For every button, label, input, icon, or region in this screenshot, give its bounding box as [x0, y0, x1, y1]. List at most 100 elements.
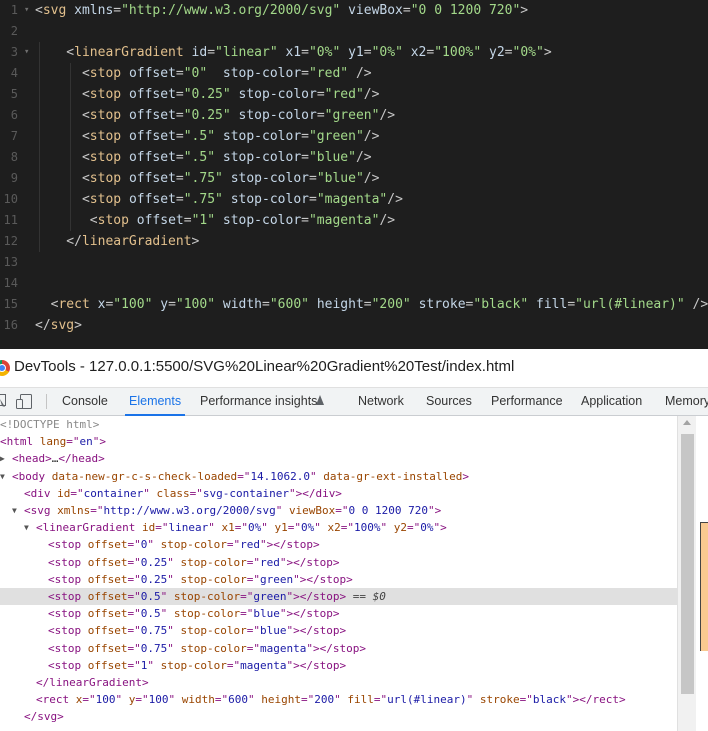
- line-number: 9: [10, 171, 18, 185]
- dom-node-text: </linearGradient>: [36, 676, 149, 689]
- fold-arrow-icon[interactable]: ▾: [24, 42, 29, 63]
- code-editor[interactable]: 1 ▾ <svg xmlns="http://www.w3.org/2000/svg…: [0, 0, 708, 349]
- box-model-preview: [700, 522, 708, 651]
- tab-memory[interactable]: Memory: [665, 388, 708, 415]
- editor-line[interactable]: 11 <stop offset="1" stop-color="magenta"…: [0, 210, 708, 231]
- device-toolbar-icon[interactable]: [16, 394, 32, 409]
- line-number: 14: [3, 276, 18, 290]
- editor-line[interactable]: 5 <stop offset="0.25" stop-color="red"/>: [0, 84, 708, 105]
- tab-elements[interactable]: Elements: [124, 388, 186, 416]
- line-number: 4: [10, 66, 18, 80]
- elements-panel[interactable]: <!DOCTYPE html> <html lang="en"> ▶ <head>…<…: [0, 416, 677, 731]
- dom-node-text: <stop offset="0.75" stop-color="magenta"…: [48, 641, 366, 655]
- line-number: 6: [10, 108, 18, 122]
- editor-line[interactable]: 12 </linearGradient>: [0, 231, 708, 252]
- tab-application[interactable]: Application: [581, 388, 642, 415]
- tab-network[interactable]: Network: [358, 388, 404, 415]
- dom-node-text: <stop offset="0" stop-color="red"></stop…: [48, 538, 320, 552]
- editor-line[interactable]: 10 <stop offset=".75" stop-color="magent…: [0, 189, 708, 210]
- tab-sources[interactable]: Sources: [426, 388, 472, 415]
- code-text: </linearGradient>: [35, 234, 200, 249]
- line-number: 16: [3, 318, 18, 332]
- line-number: 11: [3, 213, 18, 227]
- dom-node-text: <linearGradient id="linear" x1="0%" y1="…: [36, 521, 447, 535]
- line-number: 7: [10, 129, 18, 143]
- expand-triangle-icon[interactable]: ▼: [12, 502, 17, 519]
- editor-line[interactable]: 16 </svg>: [0, 315, 708, 336]
- tab-performance-insights[interactable]: Performance insights: [200, 388, 317, 415]
- editor-line[interactable]: 6 <stop offset="0.25" stop-color="green"…: [0, 105, 708, 126]
- chrome-icon: [0, 360, 10, 376]
- code-text: <stop offset=".75" stop-color="blue"/>: [35, 171, 380, 186]
- dom-node[interactable]: <stop offset="0.5" stop-color="blue"></s…: [0, 605, 677, 622]
- line-number: 12: [3, 234, 18, 248]
- dom-node[interactable]: <div id="container" class="svg-container…: [0, 485, 677, 502]
- editor-line[interactable]: 2: [0, 21, 708, 42]
- line-number: 8: [10, 150, 18, 164]
- dom-node-text: <svg xmlns="http://www.w3.org/2000/svg" …: [24, 504, 442, 517]
- dom-node-text: <head>…</head>: [12, 452, 105, 466]
- editor-line[interactable]: 13: [0, 252, 708, 273]
- line-number: 15: [3, 297, 18, 311]
- fold-arrow-icon[interactable]: ▾: [24, 0, 29, 21]
- expand-triangle-icon[interactable]: ▼: [0, 468, 5, 485]
- code-text: <stop offset=".5" stop-color="blue"/>: [35, 150, 372, 165]
- dom-node[interactable]: ▼ <body data-new-gr-c-s-check-loaded="14.…: [0, 468, 677, 485]
- dom-node-text: <stop offset="0.25" stop-color="red"></s…: [48, 555, 340, 569]
- editor-line[interactable]: 1 ▾ <svg xmlns="http://www.w3.org/2000/svg…: [0, 0, 708, 21]
- dom-node-text: <div id="container" class="svg-container…: [24, 486, 342, 500]
- dom-node-text: <stop offset="1" stop-color="magenta"></…: [48, 658, 347, 672]
- expand-triangle-icon[interactable]: ▼: [24, 519, 29, 536]
- dom-node-text: <body data-new-gr-c-s-check-loaded="14.1…: [12, 469, 469, 483]
- dom-node-text: <stop offset="0.25" stop-color="green"><…: [48, 572, 353, 586]
- dom-node[interactable]: <rect x="100" y="100" width="600" height…: [0, 691, 677, 708]
- line-number: 1: [10, 3, 18, 17]
- code-text: <svg xmlns="http://www.w3.org/2000/svg" …: [35, 3, 529, 18]
- dom-node[interactable]: <html lang="en">: [0, 433, 677, 450]
- dom-node-text: <stop offset="0.75" stop-color="blue"></…: [48, 624, 347, 638]
- dom-node[interactable]: <stop offset="0" stop-color="red"></stop…: [0, 536, 677, 553]
- dom-node[interactable]: <stop offset="0.25" stop-color="green"><…: [0, 571, 677, 588]
- tab-separator: [46, 394, 47, 409]
- dom-node[interactable]: ▶ <head>…</head>: [0, 450, 677, 467]
- dom-node[interactable]: <stop offset="0.75" stop-color="magenta"…: [0, 640, 677, 657]
- inspect-element-icon[interactable]: [0, 394, 6, 408]
- code-text: <stop offset="0.25" stop-color="green"/>: [35, 108, 396, 123]
- line-number: 13: [3, 255, 18, 269]
- dom-node-text: <html lang="en">: [0, 435, 106, 449]
- dom-node[interactable]: <stop offset="0.75" stop-color="blue"></…: [0, 622, 677, 639]
- collapse-triangle-icon[interactable]: ▶: [0, 450, 5, 467]
- tab-performance[interactable]: Performance: [491, 388, 563, 415]
- line-number: 2: [10, 24, 18, 38]
- tab-console[interactable]: Console: [62, 388, 108, 415]
- dom-node[interactable]: <stop offset="0.25" stop-color="red"></s…: [0, 554, 677, 571]
- editor-line[interactable]: 7 <stop offset=".5" stop-color="green"/>: [0, 126, 708, 147]
- line-number: 3: [10, 45, 18, 59]
- editor-line[interactable]: 3 ▾ <linearGradient id="linear" x1="0%" y…: [0, 42, 708, 63]
- dom-node[interactable]: ▼ <svg xmlns="http://www.w3.org/2000/svg"…: [0, 502, 677, 519]
- dom-node-selected[interactable]: <stop offset="0.5" stop-color="green"></…: [0, 588, 677, 606]
- code-text: <stop offset=".5" stop-color="green"/>: [35, 129, 380, 144]
- dom-node[interactable]: </linearGradient>: [0, 674, 677, 691]
- editor-line[interactable]: 14: [0, 273, 708, 294]
- code-text: <stop offset=".75" stop-color="magenta"/…: [35, 192, 403, 207]
- devtools-titlebar[interactable]: DevTools - 127.0.0.1:5500/SVG%20Linear%2…: [0, 349, 708, 388]
- dom-node[interactable]: <!DOCTYPE html>: [0, 416, 677, 433]
- scroll-up-arrow-icon[interactable]: [683, 420, 691, 425]
- editor-line[interactable]: 8 <stop offset=".5" stop-color="blue"/>: [0, 147, 708, 168]
- editor-line[interactable]: 9 <stop offset=".75" stop-color="blue"/>: [0, 168, 708, 189]
- dom-node[interactable]: </svg>: [0, 708, 677, 725]
- editor-line[interactable]: 15 <rect x="100" y="100" width="600" hei…: [0, 294, 708, 315]
- dom-node[interactable]: ▼ <linearGradient id="linear" x1="0%" y1=…: [0, 519, 677, 536]
- dom-node-text: <rect x="100" y="100" width="600" height…: [36, 693, 626, 707]
- dom-node-text: <stop offset="0.5" stop-color="blue"></s…: [48, 607, 340, 621]
- window-title: DevTools - 127.0.0.1:5500/SVG%20Linear%2…: [14, 358, 515, 375]
- experiment-flask-icon: [316, 395, 324, 405]
- code-text: </svg>: [35, 318, 82, 333]
- editor-line[interactable]: 4 <stop offset="0" stop-color="red" />: [0, 63, 708, 84]
- scrollbar-thumb[interactable]: [681, 434, 694, 694]
- elements-scrollbar[interactable]: [677, 416, 697, 731]
- dom-node[interactable]: <stop offset="1" stop-color="magenta"></…: [0, 657, 677, 674]
- code-text: <linearGradient id="linear" x1="0%" y1="…: [35, 45, 552, 60]
- code-text: <rect x="100" y="100" width="600" height…: [35, 297, 708, 312]
